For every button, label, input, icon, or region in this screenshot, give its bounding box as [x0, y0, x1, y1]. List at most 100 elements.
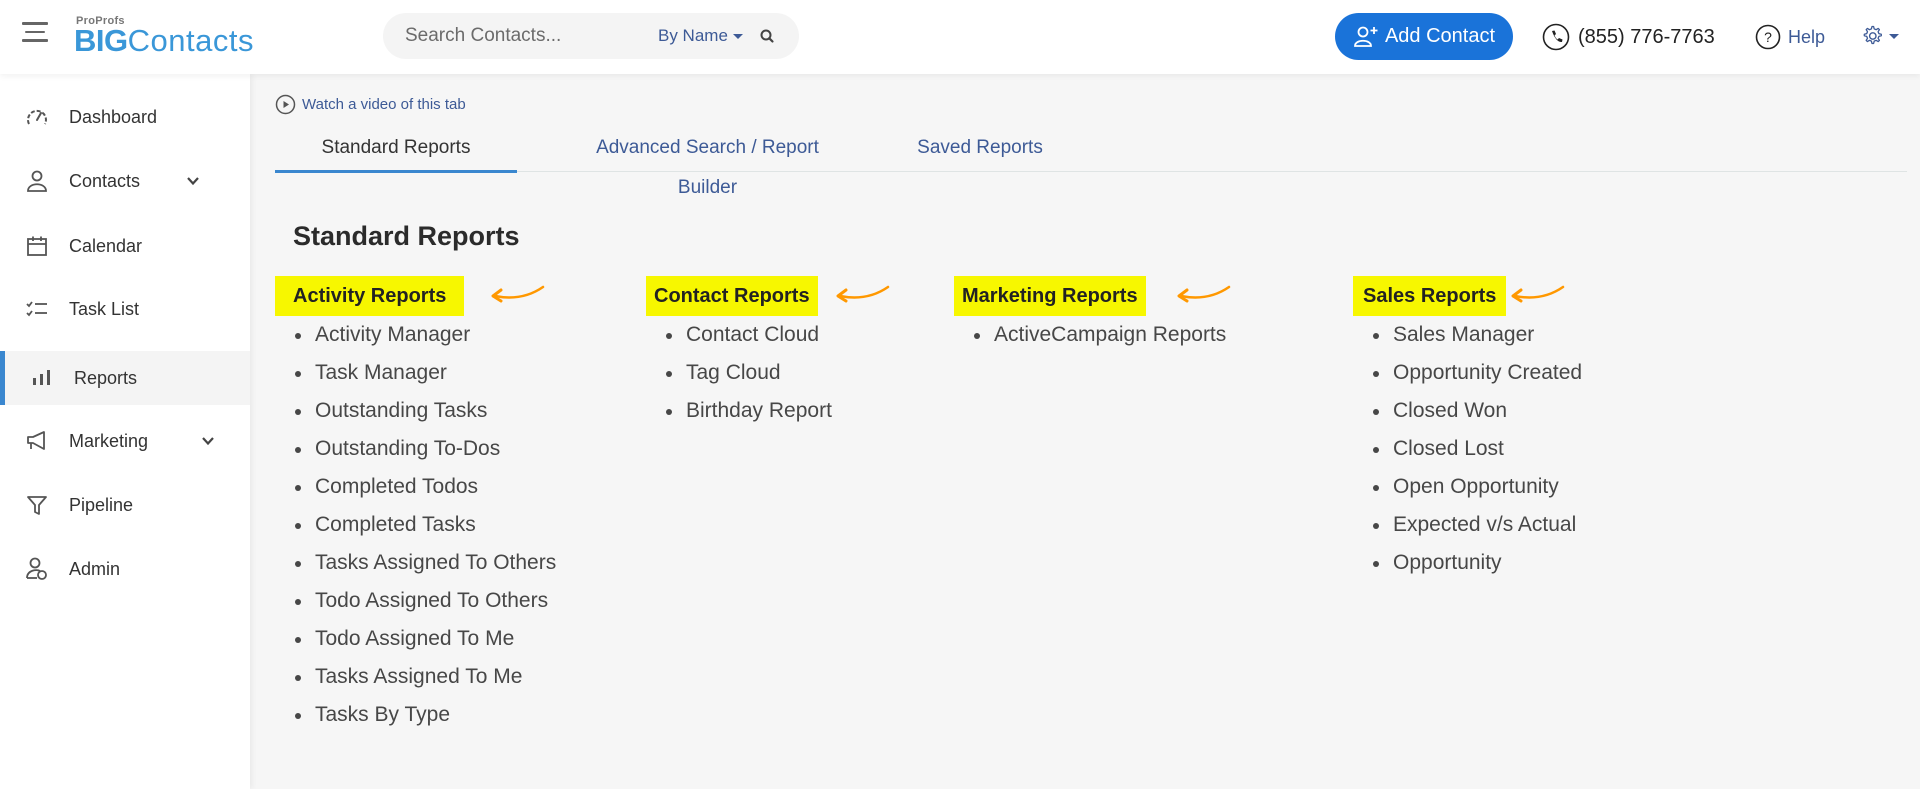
report-list: Activity Manager Task Manager Outstandin… [275, 316, 556, 734]
watch-video-text: Watch a video of this tab [302, 96, 466, 113]
watch-video-link[interactable]: Watch a video of this tab [275, 94, 466, 115]
sidebar-item-label: Calendar [69, 235, 143, 256]
phone-number[interactable]: (855) 776-7763 [1542, 23, 1715, 51]
report-link[interactable]: Todo Assigned To Me [275, 620, 556, 658]
sidebar-item-label: Contacts [69, 170, 141, 191]
report-link[interactable]: Expected v/s Actual [1353, 506, 1582, 544]
logo-big-rest: Contacts [127, 23, 254, 58]
report-link[interactable]: Outstanding To-Dos [275, 430, 556, 468]
admin-user-icon [25, 557, 49, 581]
funnel-icon [25, 493, 49, 517]
report-column-marketing: Marketing Reports ActiveCampaign Reports [954, 276, 1231, 354]
help-question-icon: ? [1755, 24, 1781, 50]
sidebar-item-contacts[interactable]: Contacts [0, 149, 250, 213]
report-link[interactable]: Opportunity [1353, 544, 1582, 582]
phone-icon [1542, 23, 1570, 51]
sidebar-item-admin[interactable]: Admin [0, 537, 250, 601]
report-column-contact: Contact Reports Contact Cloud Tag Cloud … [646, 276, 890, 430]
report-link[interactable]: Contact Cloud [646, 316, 832, 354]
task-list-icon [25, 297, 49, 321]
column-heading: Sales Reports [1353, 276, 1565, 316]
report-link[interactable]: Tag Cloud [646, 354, 832, 392]
report-tabs: Standard Reports Advanced Search / Repor… [275, 128, 1907, 198]
tab-advanced-search[interactable]: Advanced Search / Report Builder [565, 128, 850, 198]
add-user-icon [1354, 26, 1378, 47]
add-contact-button[interactable]: Add Contact [1335, 13, 1513, 60]
sidebar-item-label: Dashboard [69, 106, 158, 127]
report-link[interactable]: Completed Todos [275, 468, 556, 506]
arrow-icon [1177, 285, 1231, 303]
report-link[interactable]: Closed Lost [1353, 430, 1582, 468]
add-contact-label: Add Contact [1384, 25, 1496, 47]
column-heading: Marketing Reports [954, 276, 1231, 316]
report-link[interactable]: Activity Manager [275, 316, 556, 354]
sidebar-item-calendar[interactable]: Calendar [0, 214, 250, 278]
bar-chart-icon [30, 366, 54, 390]
report-link[interactable]: Birthday Report [646, 392, 832, 430]
sidebar-item-label: Task List [69, 298, 140, 319]
help-link[interactable]: ? Help [1755, 24, 1825, 50]
report-link[interactable]: Outstanding Tasks [275, 392, 556, 430]
column-heading-text: Activity Reports [293, 285, 447, 307]
column-heading-text: Sales Reports [1363, 285, 1497, 307]
search-bar: By Name [383, 13, 799, 59]
report-list: Sales Manager Opportunity Created Closed… [1353, 316, 1582, 582]
calendar-icon [25, 234, 49, 258]
hamburger-menu-icon[interactable] [22, 22, 48, 42]
search-mode-dropdown[interactable]: By Name [658, 26, 743, 46]
sidebar-item-label: Reports [74, 367, 138, 388]
chevron-down-icon[interactable] [186, 174, 200, 188]
search-input[interactable] [405, 13, 635, 59]
sidebar-item-task-list[interactable]: Task List [0, 277, 250, 341]
caret-down-icon [732, 34, 743, 40]
column-heading: Contact Reports [646, 276, 890, 316]
sidebar-item-label: Admin [69, 558, 121, 579]
report-list: Contact Cloud Tag Cloud Birthday Report [646, 316, 832, 430]
help-label: Help [1788, 26, 1826, 47]
megaphone-icon [25, 429, 49, 453]
logo[interactable]: ProProfs BIGContacts [74, 15, 254, 56]
sidebar: Dashboard Contacts Calendar Task List Re… [0, 74, 250, 789]
report-link[interactable]: Opportunity Created [1353, 354, 1582, 392]
column-heading-text: Contact Reports [654, 285, 810, 307]
report-link[interactable]: Completed Tasks [275, 506, 556, 544]
caret-down-icon [1889, 33, 1899, 39]
tab-standard-reports[interactable]: Standard Reports [275, 128, 517, 173]
logo-big-bold: BIG [74, 23, 128, 58]
report-column-activity: Activity Reports Activity Manager Task M… [275, 276, 556, 734]
report-link[interactable]: Sales Manager [1353, 316, 1582, 354]
arrow-icon [491, 285, 545, 303]
logo-bigcontacts: BIGContacts [74, 25, 254, 56]
sidebar-item-dashboard[interactable]: Dashboard [0, 85, 250, 149]
report-link[interactable]: Task Manager [275, 354, 556, 392]
report-link[interactable]: Tasks Assigned To Others [275, 544, 556, 582]
column-heading: Activity Reports [275, 276, 545, 316]
svg-text:?: ? [1764, 29, 1772, 45]
sidebar-item-reports[interactable]: Reports [0, 351, 250, 405]
search-icon[interactable] [759, 28, 775, 44]
sidebar-item-marketing[interactable]: Marketing [0, 409, 250, 473]
page-title: Standard Reports [293, 221, 520, 251]
main-content: Watch a video of this tab Standard Repor… [250, 74, 1920, 789]
play-circle-icon [275, 94, 296, 115]
report-link[interactable]: Tasks Assigned To Me [275, 658, 556, 696]
tab-saved-reports[interactable]: Saved Reports [900, 128, 1060, 172]
report-link[interactable]: ActiveCampaign Reports [954, 316, 1226, 354]
report-link[interactable]: Closed Won [1353, 392, 1582, 430]
sidebar-item-label: Marketing [69, 430, 149, 451]
sidebar-item-label: Pipeline [69, 494, 134, 515]
report-column-sales: Sales Reports Sales Manager Opportunity … [1353, 276, 1582, 582]
report-link[interactable]: Open Opportunity [1353, 468, 1582, 506]
chevron-down-icon[interactable] [201, 434, 215, 448]
report-link[interactable]: Todo Assigned To Others [275, 582, 556, 620]
report-link[interactable]: Tasks By Type [275, 696, 556, 734]
column-heading-text: Marketing Reports [962, 285, 1138, 307]
search-mode-label: By Name [658, 26, 728, 45]
arrow-icon [836, 285, 890, 303]
report-list: ActiveCampaign Reports [954, 316, 1226, 354]
sidebar-item-pipeline[interactable]: Pipeline [0, 473, 250, 537]
settings-menu[interactable] [1860, 24, 1899, 48]
user-icon [25, 169, 49, 193]
phone-number-text: (855) 776-7763 [1578, 25, 1715, 48]
arrow-icon [1511, 285, 1565, 303]
